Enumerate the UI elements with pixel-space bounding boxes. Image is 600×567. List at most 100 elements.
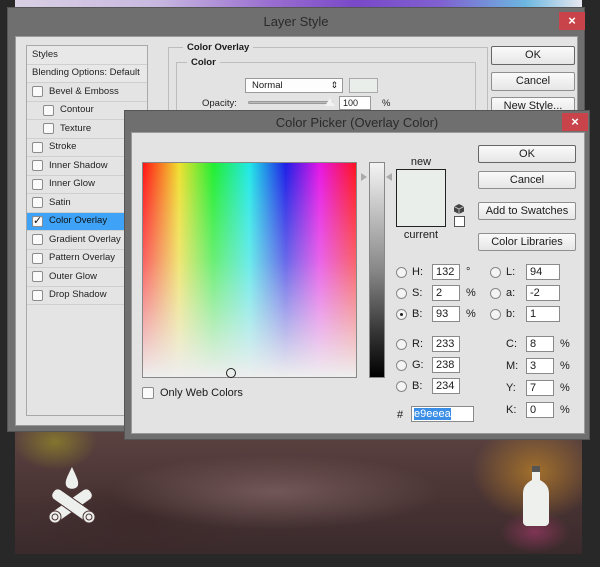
hsb-s-unit: % bbox=[466, 287, 476, 299]
style-checkbox[interactable] bbox=[32, 160, 43, 172]
hsb-h-input[interactable]: 132 bbox=[432, 264, 460, 280]
style-checkbox[interactable] bbox=[32, 252, 43, 264]
web-safe-color-swatch[interactable] bbox=[454, 216, 465, 227]
style-item-label: Contour bbox=[60, 104, 94, 116]
slider-arrow-left-icon[interactable] bbox=[361, 173, 367, 181]
style-checkbox[interactable] bbox=[43, 104, 54, 116]
hsb-s-radio[interactable] bbox=[396, 288, 407, 299]
hsb-b-input[interactable]: 93 bbox=[432, 306, 460, 322]
lab-l-input[interactable]: 94 bbox=[526, 264, 560, 280]
overlay-color-swatch[interactable] bbox=[349, 78, 378, 93]
style-item-blending-options-default[interactable]: Blending Options: Default bbox=[27, 64, 147, 83]
lab-l-radio[interactable] bbox=[490, 267, 501, 278]
hsb-h-radio[interactable] bbox=[396, 267, 407, 278]
cmyk-y-label: Y: bbox=[506, 382, 516, 394]
style-checkbox[interactable] bbox=[32, 234, 43, 246]
lab-a-radio[interactable] bbox=[490, 288, 501, 299]
color-picker-dialog: Color Picker (Overlay Color) × Only Web … bbox=[124, 110, 590, 440]
hsb-h-label: H: bbox=[412, 266, 423, 278]
cmyk-c-input[interactable]: 8 bbox=[526, 336, 554, 352]
style-checkbox[interactable] bbox=[43, 123, 54, 135]
rgb-r-label: R: bbox=[412, 338, 423, 350]
layer-style-ok-button[interactable]: OK bbox=[491, 46, 575, 65]
color-field-marker[interactable] bbox=[226, 368, 236, 378]
cmyk-k-unit: % bbox=[560, 404, 570, 416]
cmyk-c-unit: % bbox=[560, 338, 570, 350]
lab-b-input[interactable]: 1 bbox=[526, 306, 560, 322]
layer-style-title: Layer Style bbox=[263, 14, 329, 29]
rgb-b-input[interactable]: 234 bbox=[432, 378, 460, 394]
hsb-b-label: B: bbox=[412, 308, 423, 320]
opacity-unit: % bbox=[382, 98, 391, 109]
rgb-b-radio[interactable] bbox=[396, 381, 407, 392]
hex-input[interactable]: e9eeea bbox=[411, 406, 474, 422]
lab-a-input[interactable]: -2 bbox=[526, 285, 560, 301]
style-item-label: Satin bbox=[49, 196, 71, 208]
brightness-slider[interactable] bbox=[369, 162, 385, 378]
lab-b-radio[interactable] bbox=[490, 309, 501, 320]
cmyk-k-input[interactable]: 0 bbox=[526, 402, 554, 418]
style-item-bevel-emboss[interactable]: Bevel & Emboss bbox=[27, 83, 147, 102]
out-of-web-gamut-cube-icon[interactable] bbox=[454, 204, 464, 214]
style-item-label: Color Overlay bbox=[49, 215, 108, 227]
style-checkbox[interactable] bbox=[32, 289, 43, 301]
style-checkbox-checked[interactable]: ✓ bbox=[32, 215, 43, 227]
only-web-colors-check[interactable] bbox=[142, 387, 154, 399]
rgb-r-radio[interactable] bbox=[396, 339, 407, 350]
only-web-colors-label: Only Web Colors bbox=[160, 387, 243, 399]
bottle-icon bbox=[523, 466, 549, 526]
style-item-label: Inner Shadow bbox=[49, 159, 108, 171]
opacity-slider[interactable] bbox=[248, 101, 333, 104]
lab-b-label: b: bbox=[506, 308, 516, 320]
cmyk-y-input[interactable]: 7 bbox=[526, 380, 554, 396]
style-item-label: Inner Glow bbox=[49, 178, 95, 190]
new-color-label: new bbox=[410, 156, 432, 168]
style-item-styles[interactable]: Styles bbox=[27, 46, 147, 65]
rgb-r-input[interactable]: 233 bbox=[432, 336, 460, 352]
layer-style-cancel-button[interactable]: Cancel bbox=[491, 72, 575, 91]
current-color-label: current bbox=[403, 229, 439, 241]
new-current-color-swatch[interactable] bbox=[396, 169, 446, 227]
color-overlay-group-title: Color Overlay bbox=[183, 42, 254, 53]
opacity-slider-thumb[interactable] bbox=[325, 98, 335, 106]
hsb-b-unit: % bbox=[466, 308, 476, 320]
cmyk-c-label: C: bbox=[506, 338, 517, 350]
color-field[interactable] bbox=[142, 162, 357, 378]
style-checkbox[interactable] bbox=[32, 197, 43, 209]
opacity-input[interactable]: 100 bbox=[339, 96, 371, 110]
style-item-label: Pattern Overlay bbox=[49, 252, 115, 264]
hsb-s-label: S: bbox=[412, 287, 423, 299]
rgb-b-label: B: bbox=[412, 380, 423, 392]
color-picker-body: Only Web Colors new current OK Cancel Ad… bbox=[131, 132, 585, 434]
color-subgroup-title: Color bbox=[187, 57, 220, 68]
blend-mode-value: Normal bbox=[252, 80, 283, 91]
cmyk-m-input[interactable]: 3 bbox=[526, 358, 554, 374]
style-item-label: Blending Options: Default bbox=[32, 67, 140, 79]
style-checkbox[interactable] bbox=[32, 271, 43, 283]
color-picker-ok-button[interactable]: OK bbox=[478, 145, 576, 163]
style-checkbox[interactable] bbox=[32, 86, 43, 98]
style-item-label: Texture bbox=[60, 122, 92, 134]
style-item-label: Outer Glow bbox=[49, 270, 98, 282]
color-picker-close-button[interactable]: × bbox=[562, 113, 588, 131]
style-checkbox[interactable] bbox=[32, 178, 43, 190]
only-web-colors-checkbox[interactable]: Only Web Colors bbox=[142, 387, 243, 399]
rgb-g-input[interactable]: 238 bbox=[432, 357, 460, 373]
color-libraries-button[interactable]: Color Libraries bbox=[478, 233, 576, 251]
cmyk-m-label: M: bbox=[506, 360, 519, 372]
color-picker-cancel-button[interactable]: Cancel bbox=[478, 171, 576, 189]
style-checkbox[interactable] bbox=[32, 141, 43, 153]
hsb-h-unit: ° bbox=[466, 266, 471, 278]
hsb-b-radio[interactable] bbox=[396, 309, 407, 320]
slider-arrow-right-icon[interactable] bbox=[386, 173, 392, 181]
style-item-label: Drop Shadow bbox=[49, 289, 107, 301]
rgb-g-radio[interactable] bbox=[396, 360, 407, 371]
hsb-s-input[interactable]: 2 bbox=[432, 285, 460, 301]
style-item-label: Bevel & Emboss bbox=[49, 85, 119, 97]
add-to-swatches-button[interactable]: Add to Swatches bbox=[478, 202, 576, 220]
style-item-label: Styles bbox=[32, 48, 58, 60]
canvas-artwork-bottom bbox=[15, 432, 582, 554]
layer-style-close-button[interactable]: × bbox=[559, 12, 585, 30]
blend-mode-select[interactable]: Normal ⇕ bbox=[245, 78, 343, 93]
lab-a-label: a: bbox=[506, 287, 516, 299]
